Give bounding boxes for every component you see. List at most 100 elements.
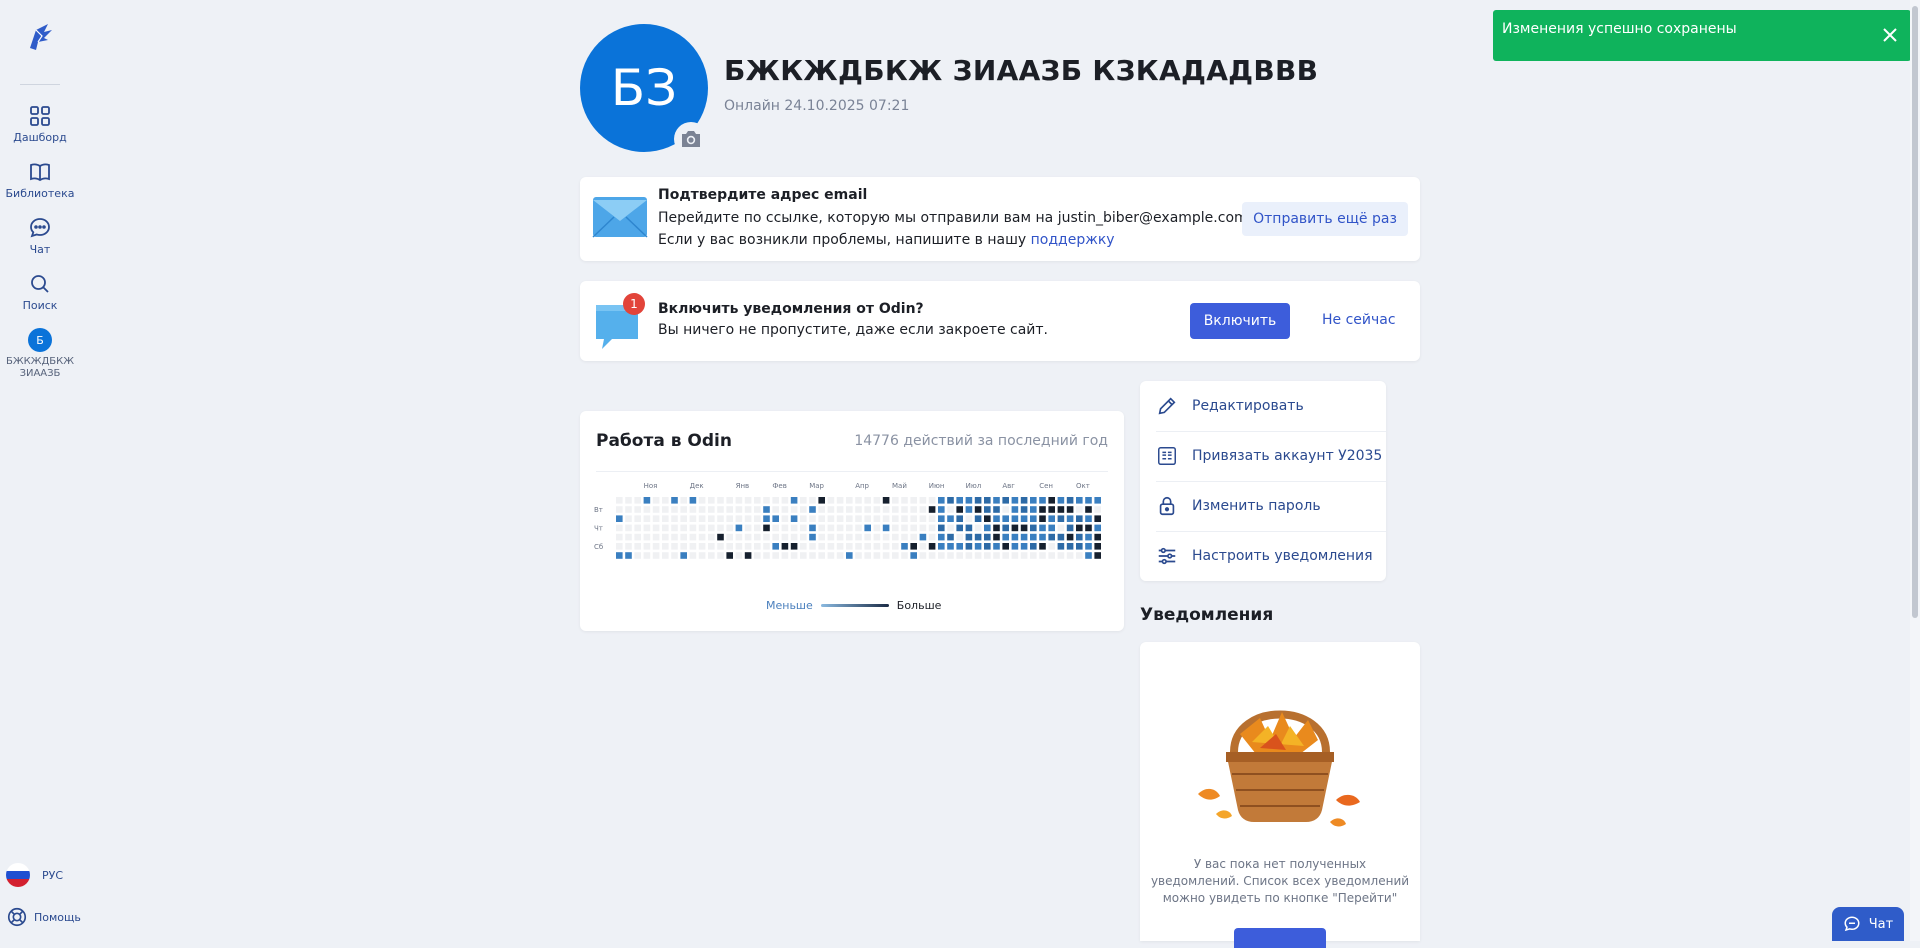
notify-card-text: Вы ничего не пропустите, даже если закро… (658, 322, 1048, 338)
heatmap-cell (698, 506, 706, 513)
odin-logo-icon[interactable] (22, 18, 58, 54)
heatmap-cell (1076, 524, 1083, 532)
heatmap-cell (1076, 543, 1083, 550)
email-confirmation-card: Подтвердите адрес email Перейдите по ссы… (580, 177, 1420, 261)
heatmap-cell (882, 497, 890, 504)
notify-card-title: Включить уведомления от Odin? (658, 301, 924, 317)
camera-icon (682, 131, 700, 147)
heatmap-cell (809, 506, 816, 513)
heatmap-cell (993, 543, 1000, 550)
heatmap-cell (809, 533, 816, 541)
heatmap-cell (873, 543, 881, 550)
heatmap-cell (800, 543, 807, 550)
heatmap-cell (827, 552, 835, 559)
heatmap-cell (1066, 533, 1074, 541)
heatmap-cell (836, 552, 844, 559)
heatmap-cell (763, 524, 770, 532)
heatmap-cell (919, 497, 927, 504)
heatmap-cell (827, 524, 835, 532)
legend-less: Меньше (766, 599, 813, 612)
language-switch[interactable]: РУС (6, 863, 63, 887)
resend-email-button[interactable]: Отправить ещё раз (1242, 202, 1408, 236)
heatmap-cell (1057, 506, 1065, 513)
support-link[interactable]: поддержку (1031, 232, 1115, 248)
go-to-notifications-button[interactable] (1234, 928, 1326, 948)
heatmap-cell (625, 506, 632, 513)
heatmap-cell (625, 533, 632, 541)
heatmap-cell (744, 506, 752, 513)
heatmap-cell (763, 515, 770, 522)
change-password-item[interactable]: Изменить пароль (1156, 481, 1386, 532)
change-photo-button[interactable] (674, 122, 708, 156)
menu-item-label: Редактировать (1192, 398, 1304, 414)
sidebar-item-label: Библиотека (5, 187, 75, 200)
heatmap-cell (1085, 497, 1092, 504)
heatmap-cell (1030, 552, 1037, 559)
heatmap-cell (772, 533, 779, 541)
sidebar-item-dashboard[interactable]: Дашборд (0, 104, 80, 144)
scrollbar-thumb[interactable] (1912, 6, 1918, 618)
sidebar-item-label: Поиск (22, 299, 58, 312)
heatmap-cell (928, 506, 936, 513)
heatmap-cell (652, 524, 660, 532)
heatmap-cell (1094, 497, 1101, 504)
edit-profile-item[interactable]: Редактировать (1156, 381, 1386, 432)
heatmap-cell (625, 524, 632, 532)
sidebar-item-label: Чат (29, 243, 51, 256)
heatmap-cell (652, 543, 660, 550)
notifications-empty-text: У вас пока нет полученных уведомлений. С… (1150, 857, 1410, 905)
not-now-button[interactable]: Не сейчас (1322, 312, 1396, 328)
heatmap-cell (616, 543, 623, 550)
sidebar-item-chat[interactable]: Чат (0, 216, 80, 256)
heatmap-cell (910, 524, 917, 532)
close-icon[interactable] (1881, 26, 1899, 44)
sidebar-item-search[interactable]: Поиск (0, 272, 80, 312)
heatmap-cell (882, 515, 890, 522)
heatmap-cell (781, 533, 789, 541)
heatmap-cell (882, 524, 890, 532)
legend-gradient (820, 604, 889, 607)
heatmap-cell (726, 533, 733, 541)
heatmap-cell (1085, 515, 1092, 522)
heatmap-cell (846, 506, 853, 513)
notification-settings-item[interactable]: Настроить уведомления (1156, 531, 1386, 581)
heatmap-cell (901, 515, 908, 522)
heatmap-cell (947, 524, 954, 532)
heatmap-cell (855, 506, 862, 513)
enable-notifications-button[interactable]: Включить (1190, 303, 1290, 339)
heatmap-cell (1020, 497, 1028, 504)
heatmap-cell (910, 543, 917, 550)
heatmap-cell (974, 524, 982, 532)
sidebar-item-library[interactable]: Библиотека (0, 160, 80, 200)
heatmap-cell (1048, 533, 1055, 541)
help-link[interactable]: Помощь (6, 906, 81, 928)
heatmap-cell (984, 524, 991, 532)
heatmap-month-label: Июн (929, 482, 945, 490)
heatmap-cell (616, 497, 623, 504)
heatmap-cell (616, 506, 623, 513)
heatmap-cell (1011, 497, 1019, 504)
heatmap-cell (993, 524, 1000, 532)
heatmap-cell (892, 524, 899, 532)
heatmap-cell (643, 524, 651, 532)
chat-button[interactable]: Чат (1832, 907, 1904, 941)
heatmap-cell (763, 552, 770, 559)
online-status: Онлайн 24.10.2025 07:21 (724, 98, 910, 114)
heatmap-cell (864, 533, 871, 541)
link-u2035-item[interactable]: Привязать аккаунт У2035 (1156, 431, 1386, 482)
heatmap-cell (827, 497, 835, 504)
heatmap-cell (965, 497, 973, 504)
heatmap-cell (892, 497, 899, 504)
heatmap-cell (772, 543, 779, 550)
heatmap-cell (956, 552, 963, 559)
heatmap-cell (1039, 543, 1046, 550)
heatmap-cell (928, 533, 936, 541)
heatmap-cell (919, 552, 927, 559)
heatmap-cell (689, 552, 697, 559)
sidebar-item-profile[interactable]: Б БЖКЖДБКЖ ЗИААЗБ (0, 328, 80, 380)
heatmap-cell (634, 533, 641, 541)
heatmap-cell (1030, 515, 1037, 522)
heatmap-cell (947, 543, 954, 550)
heatmap-cell (662, 506, 669, 513)
heatmap-cell (809, 515, 816, 522)
